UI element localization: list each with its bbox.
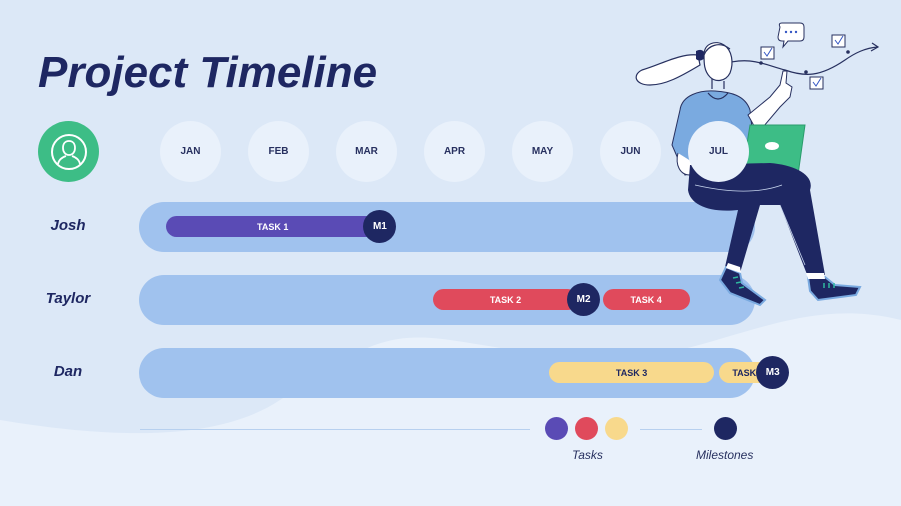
task-bar-task-2[interactable]: TASK 2 bbox=[432, 289, 579, 310]
legend-divider-left bbox=[140, 429, 530, 430]
legend-task-dot bbox=[575, 417, 598, 440]
page-title: Project Timeline bbox=[38, 48, 378, 97]
row-label-dan: Dan bbox=[53, 363, 83, 380]
legend-milestone-dot bbox=[714, 417, 737, 440]
checkbox-icon bbox=[760, 34, 846, 90]
month-feb: FEB bbox=[248, 121, 309, 182]
legend-tasks-label: Tasks bbox=[572, 448, 603, 462]
row-label-taylor: Taylor bbox=[45, 290, 91, 307]
month-apr: APR bbox=[424, 121, 485, 182]
user-circle-icon bbox=[50, 133, 87, 170]
person-with-laptop-illustration bbox=[635, 22, 880, 307]
month-jan: JAN bbox=[160, 121, 221, 182]
row-label-josh: Josh bbox=[50, 217, 86, 234]
milestone-m2[interactable]: M2 bbox=[567, 283, 601, 316]
task-bar-task-3[interactable]: TASK 3 bbox=[549, 362, 715, 383]
task-bar-task-1[interactable]: TASK 1 bbox=[166, 216, 380, 237]
legend-milestones-label: Milestones bbox=[696, 448, 754, 462]
month-mar: MAR bbox=[336, 121, 397, 182]
speech-bubble-icon bbox=[777, 22, 805, 49]
month-may: MAY bbox=[512, 121, 573, 182]
progress-curve bbox=[719, 46, 879, 75]
legend-task-dot bbox=[605, 417, 628, 440]
legend-task-dot bbox=[545, 417, 568, 440]
month-jul: JUL bbox=[688, 121, 749, 182]
legend-divider-right bbox=[640, 429, 702, 430]
user-badge bbox=[38, 121, 99, 182]
month-jun: JUN bbox=[600, 121, 661, 182]
